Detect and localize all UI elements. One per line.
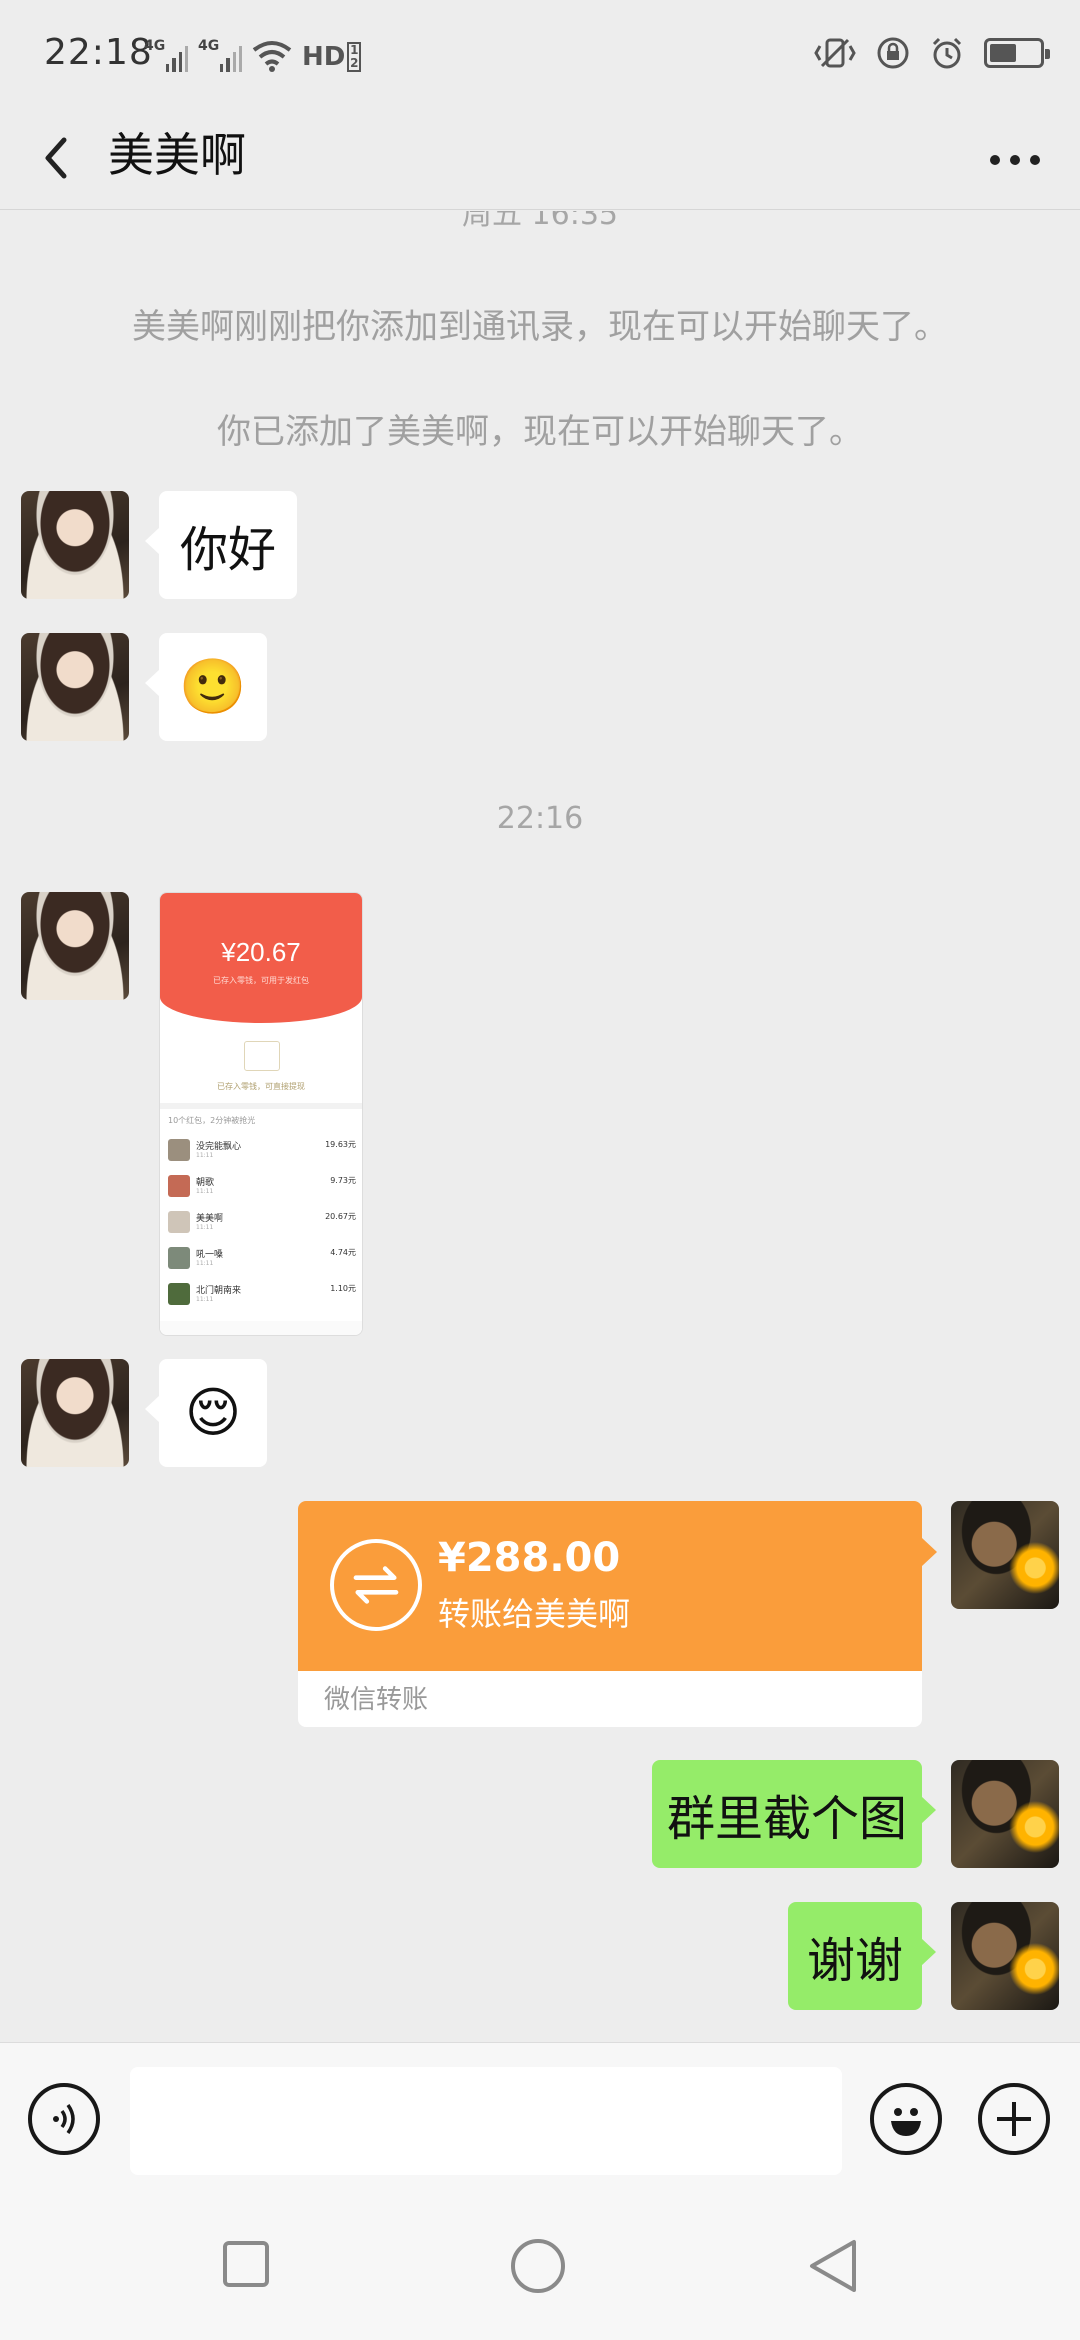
message-text: 你好 — [179, 522, 276, 578]
more-dot-icon — [1010, 155, 1020, 165]
chat-title: 美美啊 — [108, 128, 246, 182]
blush-emoji-icon: 😌 — [184, 1381, 242, 1444]
row-name: 朝歌 — [196, 1178, 215, 1188]
smiley-face-icon — [891, 2108, 921, 2136]
image-nav-bar — [160, 1321, 362, 1335]
system-message: 你已添加了美美啊，现在可以开始聊天了。 — [217, 412, 863, 452]
avatar — [168, 1247, 190, 1269]
contact-avatar[interactable] — [21, 1359, 129, 1467]
message-bubble[interactable]: 😌 — [145, 1359, 267, 1467]
red-packet-row: 吼一嗓 11:11 4.74元 — [168, 1243, 356, 1273]
status-right-icons — [814, 36, 1050, 70]
plus-icon — [997, 2102, 1031, 2136]
red-packet-row: 没完能飘心 11:11 19.63元 — [168, 1135, 356, 1165]
red-packet-subtitle: 已存入零钱，可用于发红包 — [213, 976, 309, 985]
input-bar — [0, 2042, 1080, 2200]
row-amount: 20.67元 — [325, 1212, 356, 1221]
recents-icon[interactable] — [222, 2240, 270, 2288]
timestamp: 22:16 — [496, 801, 584, 836]
status-time: 22:18 — [44, 32, 153, 73]
smile-emoji-icon: 🙂 — [179, 655, 247, 718]
status-signal-group: 4G 4G HD 1 2 — [144, 36, 362, 72]
row-time: 11:11 — [196, 1296, 214, 1303]
transfer-amount: ¥288.00 — [438, 1535, 621, 1581]
home-icon[interactable] — [510, 2238, 566, 2294]
message-bubble[interactable]: 你好 — [145, 491, 297, 599]
red-packet-row: 美美啊 11:11 20.67元 — [168, 1207, 356, 1237]
row-amount: 9.73元 — [330, 1176, 356, 1185]
row-time: 11:11 — [196, 1224, 214, 1231]
red-packet-icon — [244, 1041, 280, 1071]
bubble-tail — [922, 1538, 937, 1566]
message-text: 谢谢 — [806, 1933, 903, 1989]
system-nav-bar — [0, 2200, 1080, 2340]
red-packet-note: 已存入零钱，可直接提现 — [217, 1082, 305, 1091]
chat-header: 美美啊 — [0, 110, 1080, 210]
message-bubble[interactable]: 🙂 — [145, 633, 267, 741]
avatar — [168, 1175, 190, 1197]
my-avatar[interactable] — [951, 1902, 1059, 2010]
more-functions-button[interactable] — [978, 2083, 1050, 2155]
avatar — [168, 1283, 190, 1305]
alarm-icon — [932, 37, 962, 69]
transfer-footer: 微信转账 — [324, 1685, 429, 1715]
contact-avatar[interactable] — [21, 633, 129, 741]
my-avatar[interactable] — [951, 1760, 1059, 1868]
row-name: 北门朝南来 — [196, 1286, 242, 1296]
back-arrow-icon[interactable] — [30, 128, 90, 188]
hd-label: HD — [302, 42, 346, 72]
wifi-icon — [252, 41, 292, 72]
contact-avatar[interactable] — [21, 491, 129, 599]
row-amount: 4.74元 — [330, 1248, 356, 1257]
my-message-bubble[interactable]: 群里截个图 — [652, 1760, 936, 1868]
more-dot-icon — [1030, 155, 1040, 165]
row-name: 美美啊 — [196, 1214, 224, 1224]
row-time: 11:11 — [196, 1188, 214, 1195]
system-message: 美美啊刚刚把你添加到通讯录，现在可以开始聊天了。 — [132, 307, 948, 347]
red-packet-row: 北门朝南来 11:11 1.10元 — [168, 1279, 356, 1309]
more-dot-icon — [990, 155, 1000, 165]
status-bar: 22:18 4G 4G HD 1 2 — [0, 0, 1080, 110]
my-avatar[interactable] — [951, 1501, 1059, 1609]
message-text: 群里截个图 — [666, 1791, 907, 1847]
row-amount: 1.10元 — [330, 1284, 356, 1293]
contact-avatar[interactable] — [21, 892, 129, 1000]
signal-icon: 4G — [144, 38, 188, 72]
lock-rotation-icon — [877, 37, 909, 69]
red-packet-list-header: 10个红包，2分钟被抢光 — [168, 1116, 256, 1125]
transfer-message[interactable]: ¥288.00 转账给美美啊 微信转账 — [298, 1501, 922, 1727]
row-time: 11:11 — [196, 1260, 214, 1267]
hd-sub-label: 1 2 — [347, 42, 362, 72]
avatar — [168, 1139, 190, 1161]
signal-label-2: 4G — [198, 38, 220, 54]
hd-icon: HD 1 2 — [302, 42, 362, 72]
signal-label: 4G — [144, 38, 166, 54]
more-options-button[interactable] — [980, 130, 1050, 190]
row-amount: 19.63元 — [325, 1140, 356, 1149]
row-time: 11:11 — [196, 1152, 214, 1159]
message-input[interactable] — [130, 2067, 842, 2175]
voice-icon — [53, 2103, 75, 2135]
transfer-arrows-icon — [330, 1539, 422, 1631]
row-name: 没完能飘心 — [196, 1142, 242, 1152]
image-message[interactable]: ¥20.67 已存入零钱，可用于发红包 已存入零钱，可直接提现 10个红包，2分… — [159, 892, 363, 1336]
timestamp-partial: 周五 16:35 — [462, 211, 618, 232]
row-name: 吼一嗓 — [196, 1250, 224, 1260]
my-message-bubble[interactable]: 谢谢 — [788, 1902, 936, 2010]
signal-icon-2: 4G — [198, 38, 242, 72]
vibrate-icon — [814, 38, 856, 68]
emoji-button[interactable] — [870, 2083, 942, 2155]
back-triangle-icon[interactable] — [806, 2238, 862, 2294]
voice-button[interactable] — [28, 2083, 100, 2155]
red-packet-row: 朝歌 11:11 9.73元 — [168, 1171, 356, 1201]
transfer-description: 转账给美美啊 — [438, 1595, 631, 1633]
divider — [160, 1103, 362, 1109]
battery-icon — [984, 38, 1050, 68]
avatar — [168, 1211, 190, 1233]
red-packet-amount: ¥20.67 — [221, 937, 301, 967]
